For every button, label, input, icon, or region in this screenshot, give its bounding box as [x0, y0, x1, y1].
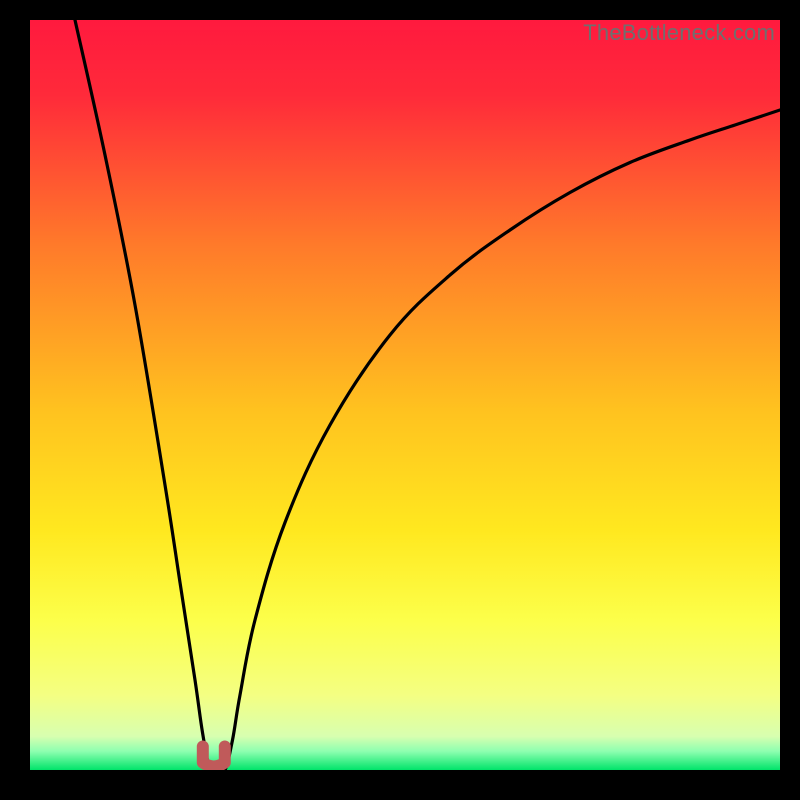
chart-frame: TheBottleneck.com	[30, 20, 780, 770]
gradient-background	[30, 20, 780, 770]
bottleneck-chart	[30, 20, 780, 770]
watermark-text: TheBottleneck.com	[583, 20, 775, 46]
